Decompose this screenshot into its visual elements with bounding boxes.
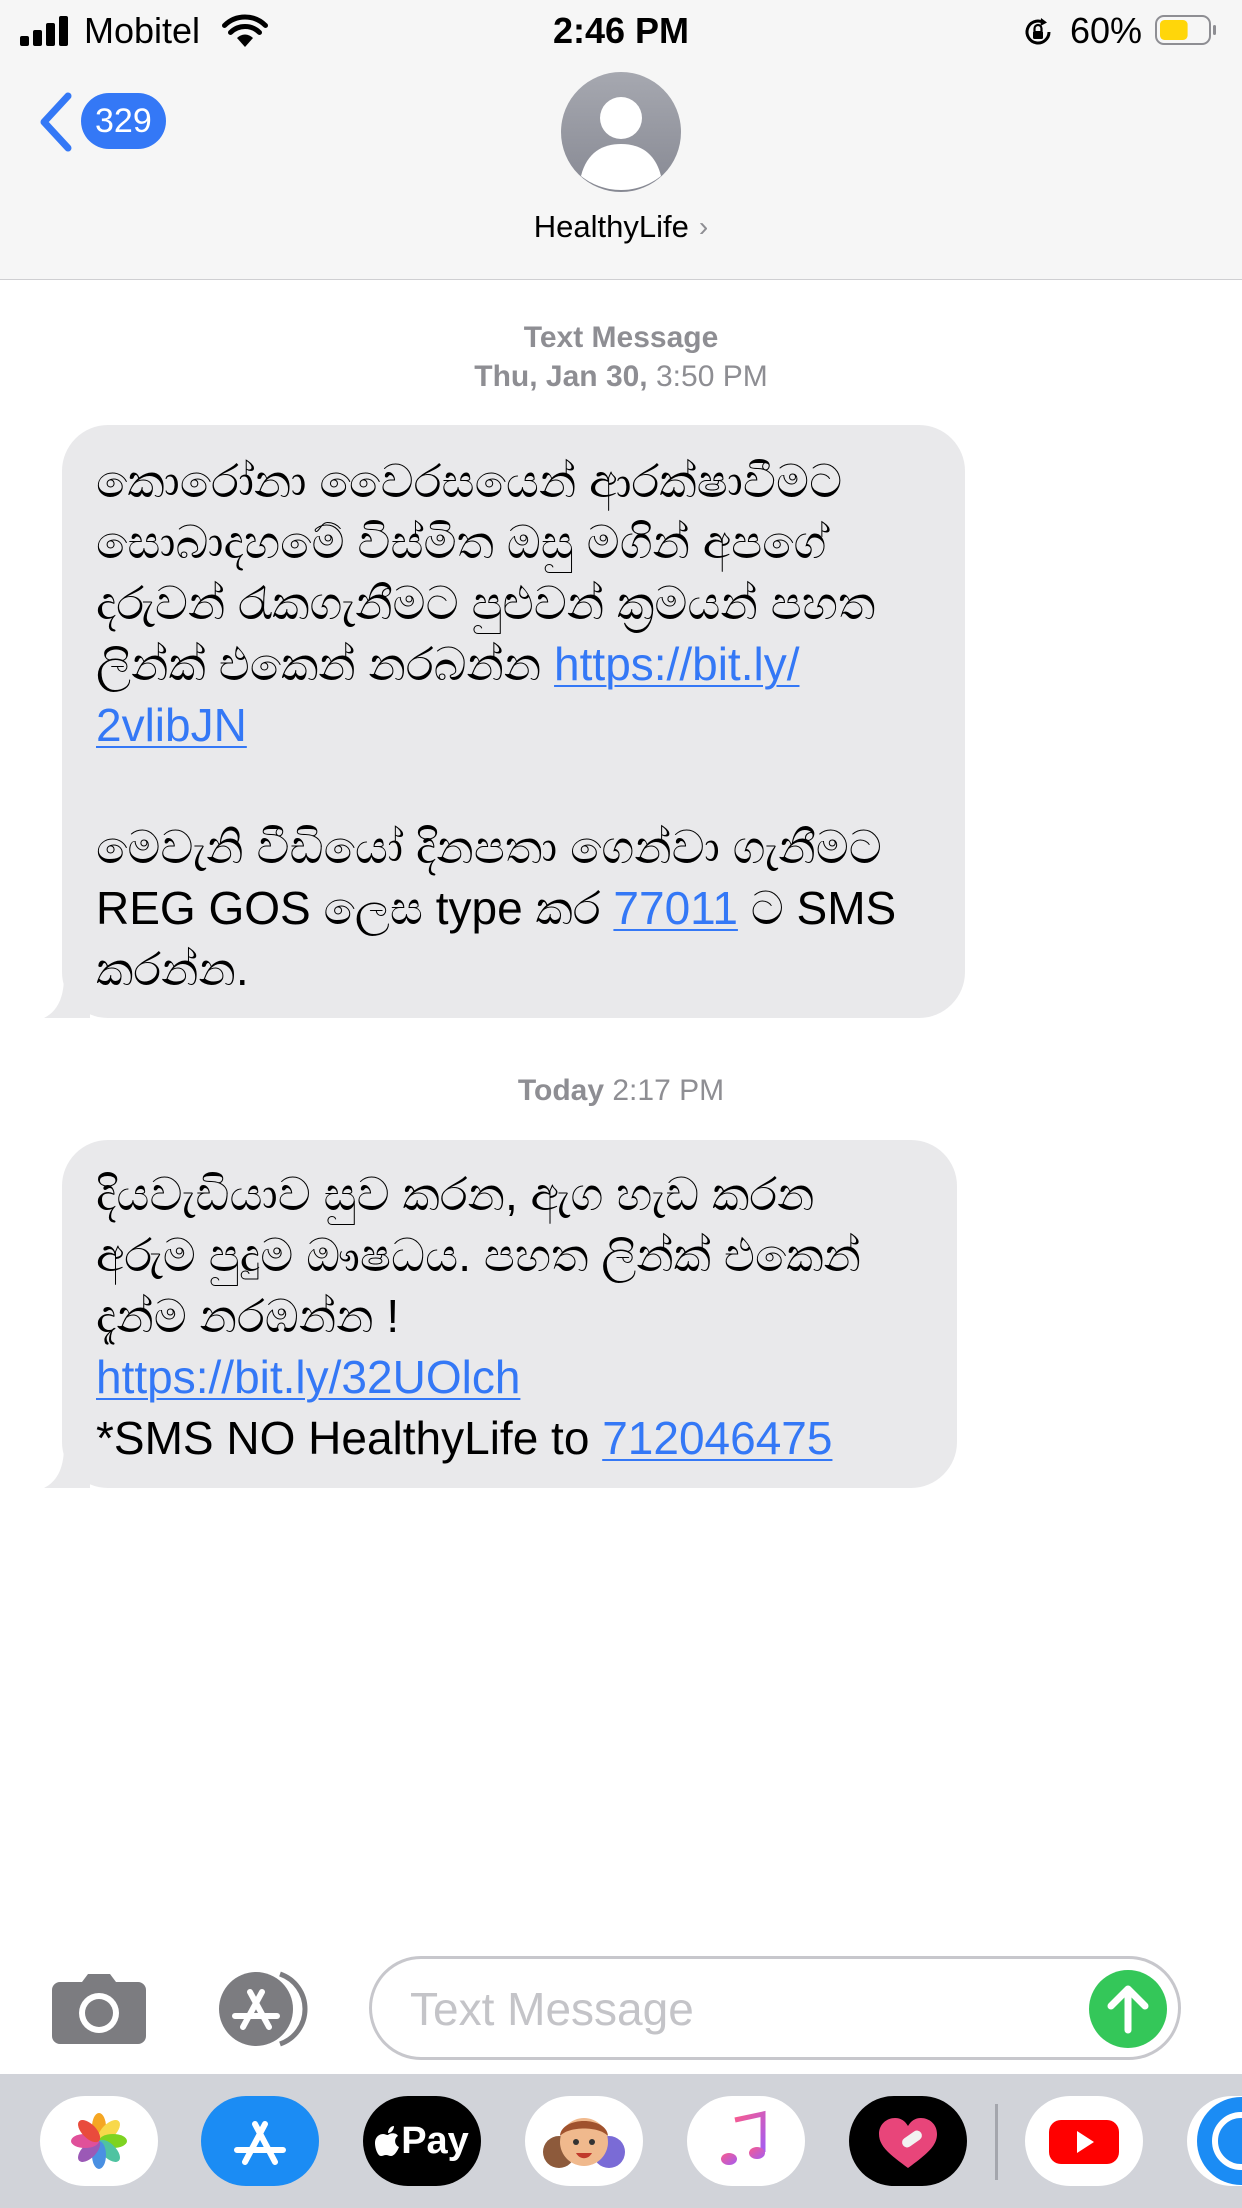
- message-link-continued[interactable]: 2vlibJN: [96, 699, 247, 751]
- message-text-line: දියවැඩියාව සුව කරන, ඇග හැඩ කරන: [96, 1168, 815, 1220]
- message-text-line: සොබාදහමේ විස්මිත ඔසු මගින් අපගේ: [96, 516, 827, 568]
- message-link[interactable]: https://bit.ly/: [554, 638, 799, 690]
- message-text: ලින්ක් එකෙන් නරබන්න: [96, 638, 555, 690]
- message-service-label: Text Message: [523, 321, 719, 354]
- message-input-field[interactable]: [369, 1956, 1181, 2060]
- camera-icon[interactable]: [52, 1974, 146, 2044]
- unread-count-badge: 329: [81, 93, 166, 149]
- message-timestamp: Today 2:17 PM: [0, 1071, 1242, 1111]
- orientation-lock-icon: [1025, 18, 1051, 45]
- bubble-tail: [44, 1446, 90, 1488]
- apple-pay-label: Pay: [363, 2096, 481, 2186]
- message-text: REG GOS ලෙස type කර: [96, 882, 614, 934]
- message-text-line: කොරෝනා වෛරසයෙන් ආරක්ෂාවීමට: [96, 455, 843, 507]
- app-drawer-divider: [995, 2104, 998, 2180]
- apple-logo-icon: [375, 2126, 400, 2156]
- message-text: *SMS NO HealthyLife to: [96, 1412, 603, 1464]
- battery-percent: 60%: [1070, 10, 1143, 51]
- message-input[interactable]: [410, 1981, 1030, 2037]
- incoming-message-bubble[interactable]: කොරෝනා වෛරසයෙන් ආරක්ෂාවීමට සොබාදහමේ විස්…: [44, 425, 965, 1018]
- incoming-message-bubble[interactable]: දියවැඩියාව සුව කරන, ඇග හැඩ කරන අරුම පුදු…: [44, 1140, 957, 1488]
- photos-icon: [71, 2113, 127, 2169]
- timestamp-time: 2:17 PM: [604, 1074, 725, 1107]
- photos-app-button[interactable]: [40, 2096, 158, 2186]
- back-chevron-icon: [40, 92, 72, 152]
- app-icon-partial: [1197, 2097, 1242, 2185]
- music-app-button[interactable]: [687, 2096, 805, 2186]
- status-bar: Mobitel 2:46 PM 60%: [0, 0, 1242, 60]
- memoji-icon: [543, 2118, 625, 2168]
- message-text-line: දැන්ම නරඹන්න !: [96, 1290, 400, 1342]
- message-text-line: https://bit.ly/32UOlch: [96, 1347, 919, 1408]
- contact-avatar[interactable]: [561, 72, 681, 192]
- message-text-line: REG GOS ලෙස type කර 77011 ට SMS: [96, 878, 927, 939]
- contact-name-button[interactable]: HealthyLife ›: [0, 207, 1242, 247]
- battery-icon: [1155, 15, 1216, 45]
- message-text-line: *SMS NO HealthyLife to 712046475: [96, 1408, 919, 1469]
- phone-number-link[interactable]: 77011: [613, 882, 738, 934]
- status-time: 2:46 PM: [552, 10, 690, 51]
- app-store-icon: [234, 2121, 286, 2165]
- app-store-icon[interactable]: [210, 1970, 320, 2048]
- person-silhouette-icon: [581, 97, 661, 190]
- apple-pay-app-button[interactable]: Pay: [363, 2096, 481, 2186]
- apple-pay-text: Pay: [401, 2119, 469, 2162]
- contact-name: HealthyLife: [533, 209, 689, 244]
- imessage-app-drawer: Pay: [0, 2074, 1242, 2208]
- chevron-right-icon: ›: [698, 211, 709, 242]
- message-text-line: මෙවැනි වීඩියෝ දිනපතා ගෙන්වා ගැනීමට: [96, 821, 882, 873]
- bubble-tail: [44, 976, 90, 1018]
- youtube-icon: [1049, 2120, 1119, 2164]
- music-note-icon: [721, 2110, 766, 2165]
- message-text-line: ලින්ක් එකෙන් නරබන්න https://bit.ly/: [96, 634, 927, 695]
- send-arrow-up-icon: [1107, 1985, 1149, 2034]
- message-text-line: අරුම පුදුම ඖෂධය. පහත ලින්ක් එකෙන්: [96, 1229, 861, 1281]
- more-apps-button[interactable]: [1187, 2096, 1242, 2186]
- message-text-line: 2vlibJN: [96, 695, 927, 756]
- send-button[interactable]: [1089, 1970, 1167, 2048]
- heart-stickers-app-button[interactable]: [849, 2096, 967, 2186]
- message-text: ට SMS: [737, 882, 897, 934]
- timestamp-day: Today: [517, 1074, 605, 1107]
- message-link[interactable]: https://bit.ly/32UOlch: [96, 1351, 520, 1403]
- conversation-header: Mobitel 2:46 PM 60% 329 HealthyLife ›: [0, 0, 1242, 280]
- message-timestamp: Thu, Jan 30, 3:50 PM: [0, 357, 1242, 397]
- phone-number-link[interactable]: 712046475: [602, 1412, 832, 1464]
- memoji-app-button[interactable]: [525, 2096, 643, 2186]
- heart-icon: [879, 2118, 937, 2168]
- timestamp-day: Thu, Jan 30,: [474, 360, 648, 393]
- message-text-line: දරුවන් රැකගැනීමට පුළුවන් ක්‍රමයන් පහත: [96, 577, 876, 629]
- back-button[interactable]: 329: [38, 88, 188, 156]
- timestamp-time: 3:50 PM: [647, 360, 768, 393]
- app-store-app-button[interactable]: [201, 2096, 319, 2186]
- youtube-app-button[interactable]: [1025, 2096, 1143, 2186]
- message-text-line: කරන්න.: [96, 943, 249, 995]
